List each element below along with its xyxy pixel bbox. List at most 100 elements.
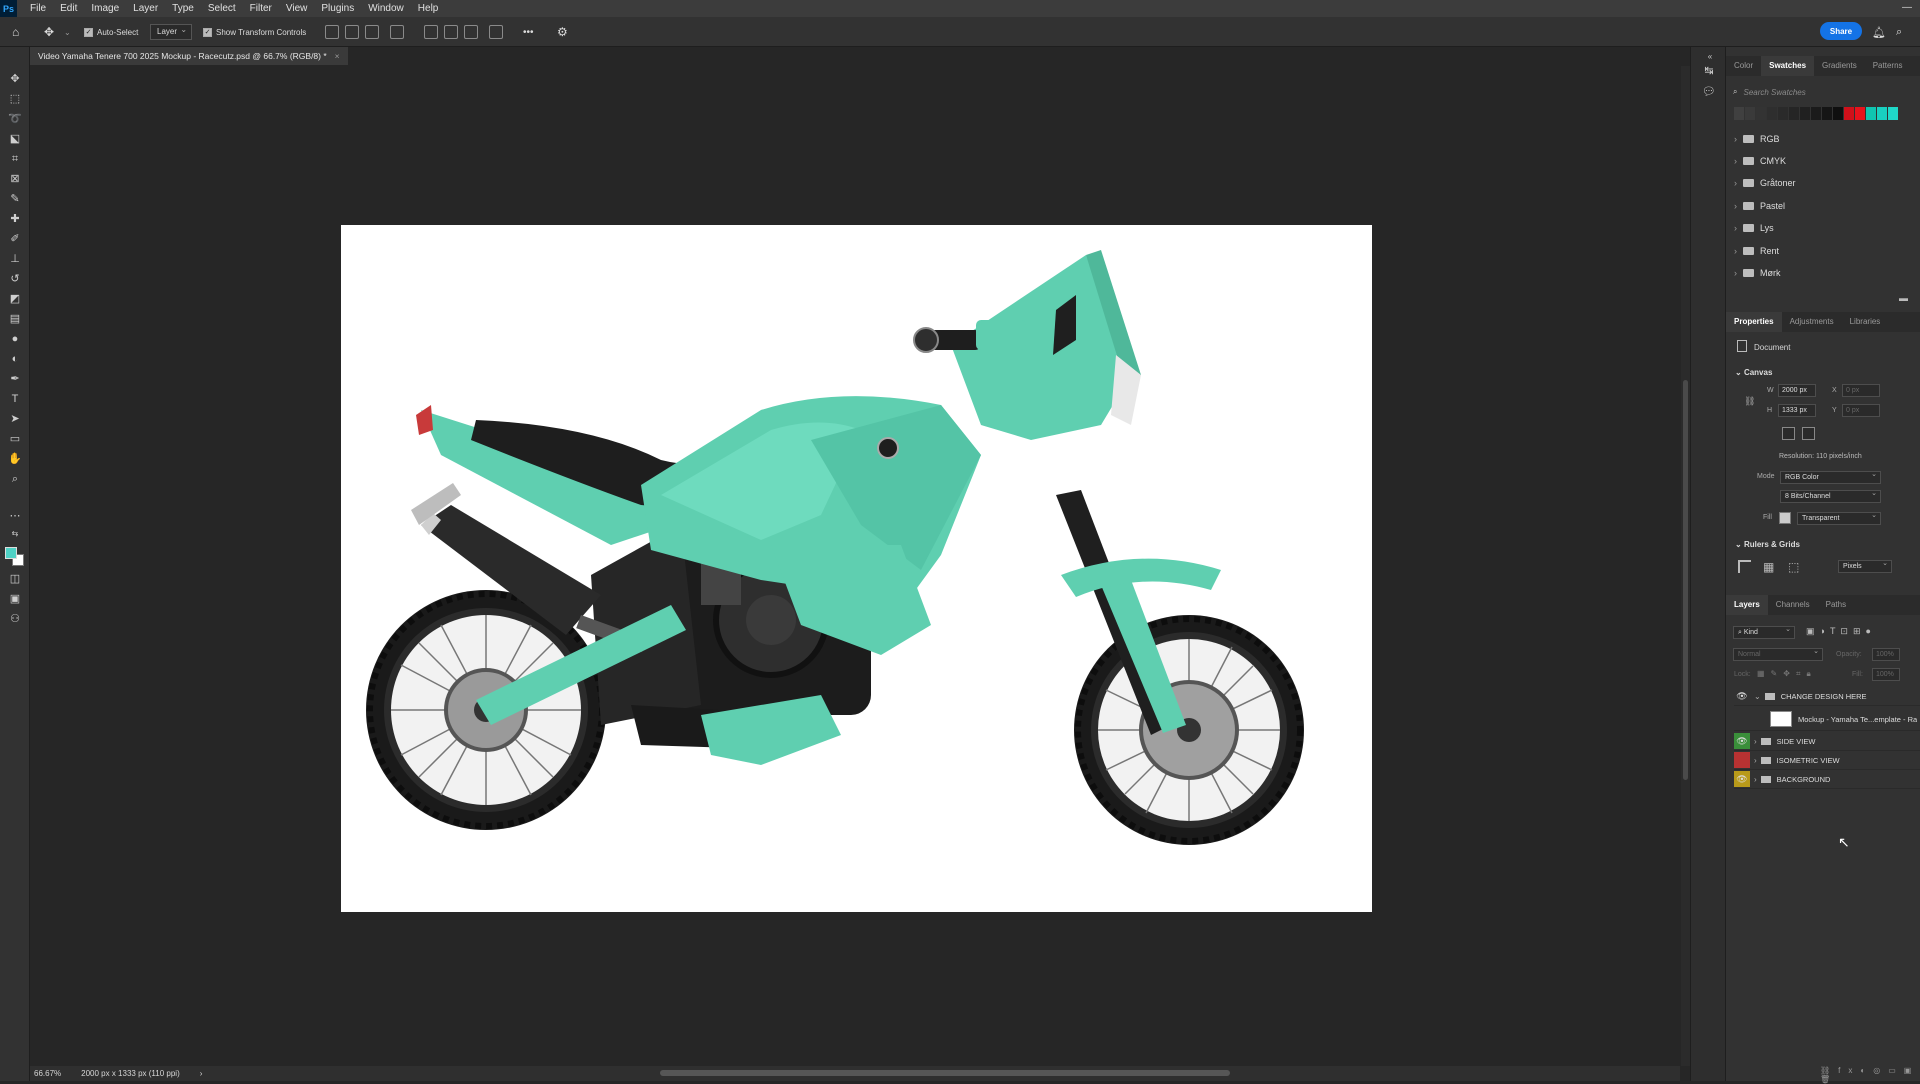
- lasso-tool-icon[interactable]: ➰: [8, 112, 22, 126]
- gradient-tool-icon[interactable]: ▤: [8, 312, 22, 326]
- brush-tool-icon[interactable]: ✐: [8, 232, 22, 246]
- layer-fill-field[interactable]: 100%: [1872, 668, 1900, 681]
- show-transform-controls-checkbox[interactable]: ✓ Show Transform Controls: [203, 24, 306, 40]
- menu-type[interactable]: Type: [165, 3, 201, 14]
- tab-layers[interactable]: Layers: [1726, 595, 1768, 615]
- swatch-folder-mork[interactable]: › Mørk: [1734, 265, 1914, 281]
- color-swatch[interactable]: [1866, 107, 1876, 120]
- menu-edit[interactable]: Edit: [53, 3, 84, 14]
- align-bottom-icon[interactable]: [464, 25, 478, 39]
- color-swatch[interactable]: [1844, 107, 1854, 120]
- tab-swatches[interactable]: Swatches: [1761, 56, 1815, 76]
- y-field[interactable]: 0 px: [1842, 404, 1880, 417]
- pen-tool-icon[interactable]: ✒: [8, 372, 22, 386]
- x-field[interactable]: 0 px: [1842, 384, 1880, 397]
- dodge-tool-icon[interactable]: ◐: [8, 352, 22, 366]
- swatch-folder-gratoner[interactable]: › Gråtoner: [1734, 175, 1914, 191]
- color-swatch[interactable]: [1811, 107, 1821, 120]
- collapse-panels-icon[interactable]: «: [1703, 50, 1717, 64]
- width-field[interactable]: 2000 px: [1778, 384, 1816, 397]
- photoshop-logo[interactable]: Ps: [0, 0, 17, 17]
- foreground-color-swatch[interactable]: [5, 547, 17, 559]
- tool-preset-chevron-icon[interactable]: ⌄: [64, 24, 71, 40]
- layer-filter-kind-dropdown[interactable]: ⌕ Kind: [1733, 624, 1795, 639]
- menu-window[interactable]: Window: [361, 3, 411, 14]
- menu-help[interactable]: Help: [411, 3, 446, 14]
- layer-filter-icons[interactable]: ▣◑T⊡⊞●: [1806, 626, 1876, 637]
- layer-row[interactable]: 👁︎ ⌄ CHANGE DESIGN HERE: [1734, 687, 1920, 706]
- color-swatch[interactable]: [1789, 107, 1799, 120]
- zoom-tool-icon[interactable]: ⌕: [8, 472, 22, 486]
- menu-file[interactable]: File: [23, 3, 53, 14]
- window-minimize-button[interactable]: —: [1902, 2, 1912, 13]
- color-swatch[interactable]: [1822, 107, 1832, 120]
- clone-stamp-tool-icon[interactable]: ⊥: [8, 252, 22, 266]
- bit-depth-dropdown[interactable]: 8 Bits/Channel: [1780, 488, 1881, 503]
- gear-icon[interactable]: ⚙: [557, 24, 568, 40]
- color-swatch[interactable]: [1800, 107, 1810, 120]
- menu-plugins[interactable]: Plugins: [314, 3, 361, 14]
- distribute-vertical-icon[interactable]: [489, 25, 503, 39]
- close-tab-icon[interactable]: ×: [335, 51, 340, 61]
- visibility-eye-icon[interactable]: [1734, 752, 1750, 768]
- align-right-icon[interactable]: [365, 25, 379, 39]
- share-button[interactable]: Share: [1820, 22, 1862, 40]
- tab-properties[interactable]: Properties: [1726, 312, 1782, 332]
- menu-image[interactable]: Image: [84, 3, 126, 14]
- align-middle-icon[interactable]: [444, 25, 458, 39]
- canvas-section-header[interactable]: ⌄ Canvas: [1735, 368, 1772, 377]
- blend-mode-dropdown[interactable]: Normal: [1733, 646, 1823, 661]
- rulers-icon[interactable]: [1738, 560, 1751, 573]
- align-center-icon[interactable]: [345, 25, 359, 39]
- frame-tool-icon[interactable]: ⊠: [8, 172, 22, 186]
- vertical-scroll-thumb[interactable]: [1683, 380, 1688, 780]
- path-selection-tool-icon[interactable]: ➤: [8, 412, 22, 426]
- opacity-field[interactable]: 100%: [1872, 648, 1900, 661]
- tab-channels[interactable]: Channels: [1768, 595, 1818, 615]
- color-swatch[interactable]: [1767, 107, 1777, 120]
- new-swatch-group-icon[interactable]: ▬: [1899, 293, 1908, 303]
- tab-patterns[interactable]: Patterns: [1865, 56, 1911, 76]
- visibility-eye-icon[interactable]: 👁︎: [1734, 771, 1750, 787]
- history-panel-icon[interactable]: ↹: [1702, 64, 1716, 78]
- document-info[interactable]: 2000 px x 1333 px (110 ppi): [81, 1069, 180, 1078]
- chevron-right-icon[interactable]: ›: [1754, 775, 1757, 784]
- color-swatch[interactable]: [1855, 107, 1865, 120]
- swatch-folder-rgb[interactable]: › RGB: [1734, 131, 1914, 147]
- color-swatch[interactable]: [1734, 107, 1744, 120]
- search-icon[interactable]: ⌕: [1896, 24, 1902, 40]
- crop-tool-icon[interactable]: ⌗: [8, 152, 22, 166]
- landscape-orientation-icon[interactable]: [1802, 427, 1815, 440]
- home-icon[interactable]: ⌂: [12, 24, 19, 40]
- screen-mode-icon[interactable]: ▣: [8, 592, 22, 606]
- swatch-folder-rent[interactable]: › Rent: [1734, 243, 1914, 259]
- document-tab[interactable]: Video Yamaha Tenere 700 2025 Mockup - Ra…: [30, 47, 348, 65]
- move-tool-icon[interactable]: ✥: [8, 72, 22, 86]
- tab-paths[interactable]: Paths: [1818, 595, 1854, 615]
- auto-select-target-dropdown[interactable]: Layer: [150, 23, 193, 40]
- swatch-folder-pastel[interactable]: › Pastel: [1734, 198, 1914, 214]
- link-dimensions-icon[interactable]: ⛓: [1744, 396, 1755, 407]
- ruler-units-dropdown[interactable]: Pixels: [1838, 558, 1892, 573]
- bell-icon[interactable]: 🔔︎: [1872, 24, 1886, 40]
- eyedropper-tool-icon[interactable]: ✎: [8, 192, 22, 206]
- healing-brush-tool-icon[interactable]: ✚: [8, 212, 22, 226]
- rulers-grids-section-header[interactable]: ⌄ Rulers & Grids: [1735, 540, 1800, 549]
- color-swatch[interactable]: [1833, 107, 1843, 120]
- grid-icon[interactable]: ▦: [1763, 560, 1774, 574]
- layer-actions-icons[interactable]: ⛓fx◐◎▭▣🗑︎: [1820, 1066, 1920, 1084]
- auto-select-checkbox[interactable]: ✓ Auto-Select: [84, 24, 138, 40]
- chevron-right-icon[interactable]: ›: [1754, 756, 1757, 765]
- horizontal-scroll-thumb[interactable]: [660, 1070, 1230, 1076]
- color-mode-dropdown[interactable]: RGB Color: [1780, 469, 1881, 484]
- distribute-icon[interactable]: [390, 25, 404, 39]
- content-credentials-icon[interactable]: ⚇: [8, 612, 22, 626]
- fill-color-swatch[interactable]: [1779, 512, 1791, 524]
- height-field[interactable]: 1333 px: [1778, 404, 1816, 417]
- swatch-folder-cmyk[interactable]: › CMYK: [1734, 153, 1914, 169]
- quick-mask-icon[interactable]: ◫: [8, 572, 22, 586]
- color-swatch[interactable]: [1745, 107, 1755, 120]
- layer-row[interactable]: 👁︎ › SIDE VIEW: [1734, 732, 1920, 751]
- tab-gradients[interactable]: Gradients: [1814, 56, 1865, 76]
- document-canvas[interactable]: [341, 225, 1372, 912]
